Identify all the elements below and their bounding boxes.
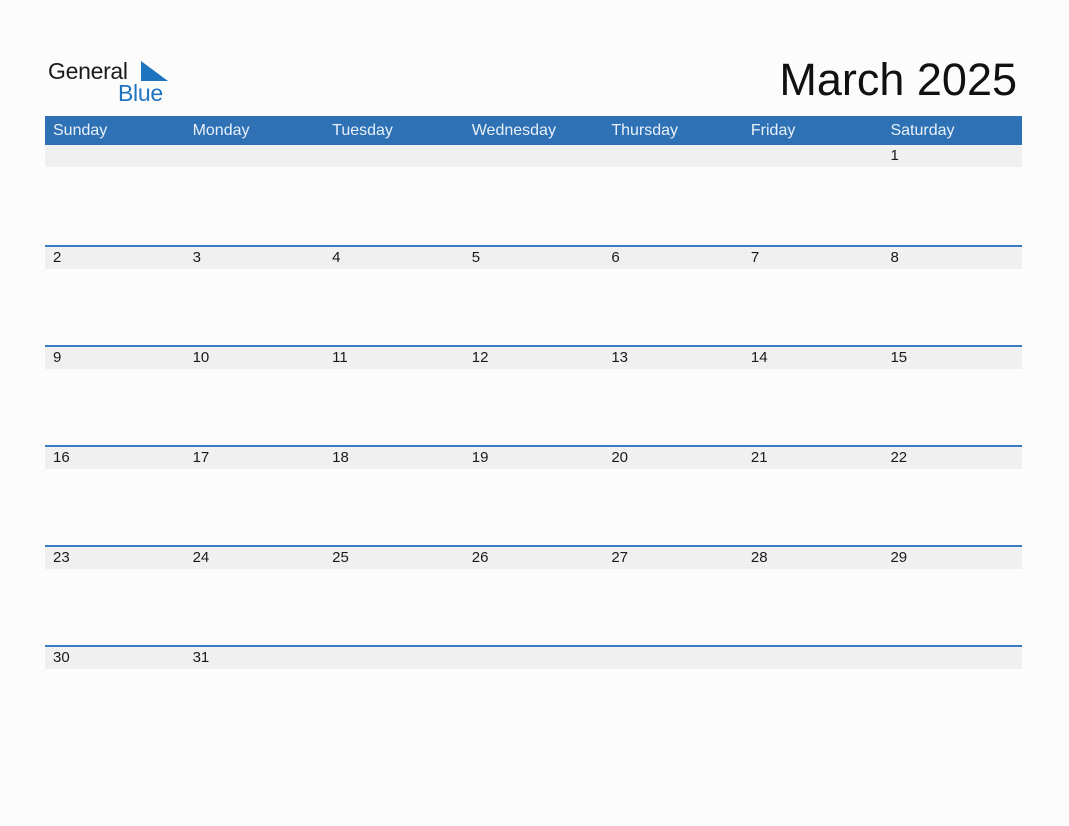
date-row: 2 3 4 5 6 7 8 [45, 247, 1022, 269]
weekday-label: Monday [192, 122, 250, 139]
weekday-label: Sunday [53, 122, 108, 139]
day-cell [464, 145, 604, 167]
weekday-header: Sunday Monday Tuesday Wednesday Thursday… [45, 116, 1022, 145]
day-cell: 10 [192, 349, 210, 366]
day-cell: 7 [750, 249, 760, 266]
day-cell: 18 [332, 449, 349, 466]
day-cell: 6 [611, 249, 620, 266]
day-cell: 14 [750, 349, 768, 366]
weekday-label: Thursday [611, 122, 679, 139]
day-cell: 26 [471, 549, 489, 566]
week-row: 16 17 18 19 20 21 22 [45, 445, 1022, 545]
day-cell: 30 [53, 649, 70, 666]
weekday-label: Wednesday [471, 122, 556, 139]
day-cell: 13 [611, 349, 628, 366]
week-row: 30 31 [45, 645, 1022, 745]
day-cell: 19 [471, 449, 489, 466]
week-row: 1 [45, 145, 1022, 245]
day-cell [603, 145, 743, 167]
day-cell: 22 [890, 449, 908, 466]
day-cell: 25 [332, 549, 349, 566]
day-cell: 5 [471, 249, 481, 266]
day-cell [882, 647, 1022, 669]
day-cell: 31 [192, 649, 210, 666]
day-cell: 1 [890, 147, 899, 164]
day-cell: 12 [471, 349, 489, 366]
day-cell [743, 145, 883, 167]
date-row: 16 17 18 19 20 21 22 [45, 447, 1022, 469]
week-row: 23 24 25 26 27 28 29 [45, 545, 1022, 645]
day-cell: 23 [53, 549, 70, 566]
page-title: March 2025 [779, 54, 1017, 105]
week-row: 2 3 4 5 6 7 8 [45, 245, 1022, 345]
weekday-label: Saturday [890, 122, 955, 139]
day-cell: 4 [332, 249, 341, 266]
date-row: 23 24 25 26 27 28 29 [45, 547, 1022, 569]
week-row: 9 10 11 12 13 14 15 [45, 345, 1022, 445]
day-cell: 3 [192, 249, 201, 266]
day-cell [45, 145, 185, 167]
date-row: 9 10 11 12 13 14 15 [45, 347, 1022, 369]
day-cell [324, 145, 464, 167]
logo-text-blue: Blue [118, 80, 163, 106]
weekday-label: Friday [750, 122, 796, 139]
day-cell [324, 647, 464, 669]
logo: General Blue [48, 58, 178, 108]
day-cell: 28 [750, 549, 768, 566]
day-cell [603, 647, 743, 669]
day-cell: 29 [890, 549, 908, 566]
day-cell: 24 [192, 549, 210, 566]
weekday-label: Tuesday [332, 122, 393, 139]
day-cell: 16 [53, 449, 70, 466]
day-cell: 11 [332, 349, 348, 366]
date-row: 30 31 [45, 647, 1022, 669]
day-cell: 8 [890, 249, 899, 266]
day-cell: 27 [611, 549, 628, 566]
day-cell: 15 [890, 349, 908, 366]
day-cell [185, 145, 325, 167]
day-cell: 9 [53, 349, 62, 366]
date-row: 1 [45, 145, 1022, 167]
calendar-grid: Sunday Monday Tuesday Wednesday Thursday… [45, 116, 1022, 745]
day-cell: 17 [192, 449, 210, 466]
logo-triangle-icon [141, 61, 168, 81]
day-cell: 20 [611, 449, 628, 466]
day-cell [743, 647, 883, 669]
logo-text-general: General [48, 58, 128, 84]
day-cell [464, 647, 604, 669]
day-cell: 21 [750, 449, 768, 466]
day-cell: 2 [53, 249, 62, 266]
